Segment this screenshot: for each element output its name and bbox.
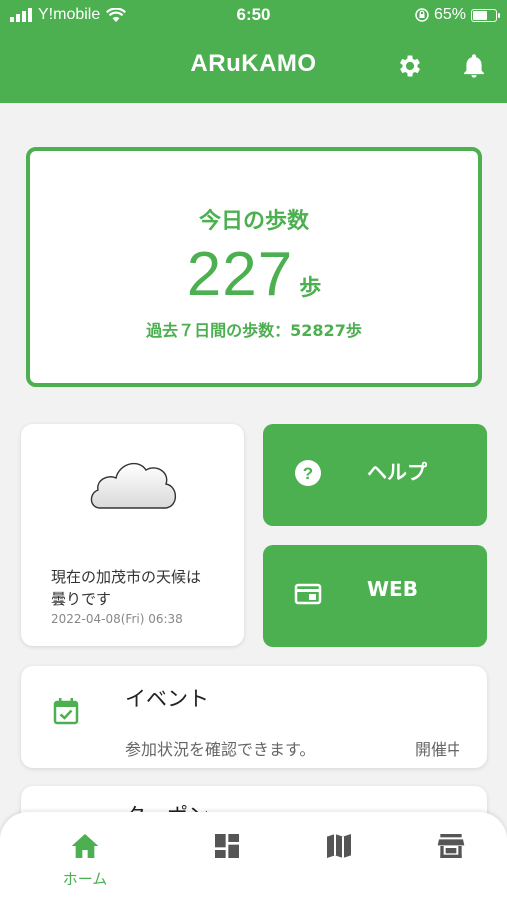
web-label: WEB [367, 577, 418, 601]
weather-card[interactable]: 現在の加茂市の天候は 曇りです 2022-04-08(Fri) 06:38 [21, 424, 244, 646]
tab-dashboard[interactable] [182, 830, 272, 862]
tab-map[interactable] [294, 830, 384, 862]
dashboard-icon [215, 834, 239, 858]
web-icon [294, 583, 322, 605]
app-title: ARuKAMO [190, 50, 317, 77]
calendar-check-icon [53, 698, 79, 725]
steps-card: 今日の歩数 227 歩 過去７日間の歩数：52827歩 [26, 147, 482, 387]
home-icon [71, 834, 99, 858]
weather-line-2: 曇りです [51, 590, 112, 608]
battery-percent: 65% [433, 6, 466, 23]
steps-title: 今日の歩数 [198, 209, 309, 234]
app-header: Y!mobile 6:50 65% ARuKAMO [0, 0, 507, 103]
bottom-tab-bar: ホーム [0, 812, 507, 900]
help-label: ヘルプ [367, 460, 427, 484]
battery-icon [471, 8, 500, 22]
tab-home[interactable]: ホーム [40, 830, 130, 889]
help-button[interactable]: ? ヘルプ [263, 424, 487, 526]
event-title: イベント [125, 687, 209, 711]
tab-home-label: ホーム [62, 870, 108, 888]
store-icon [437, 834, 465, 858]
weather-description: 現在の加茂市の天候は 曇りです [51, 566, 201, 610]
steps-count-row: 227 歩 [30, 239, 478, 310]
weather-timestamp: 2022-04-08(Fri) 06:38 [51, 612, 183, 626]
status-bar: Y!mobile 6:50 65% [0, 0, 507, 30]
orientation-lock-icon [415, 8, 429, 22]
weekly-steps: 過去７日間の歩数：52827歩 [146, 321, 362, 340]
gear-icon[interactable] [396, 52, 424, 80]
bell-icon[interactable] [460, 52, 488, 80]
cloud-icon [90, 462, 177, 509]
weather-line-1: 現在の加茂市の天候は [51, 568, 202, 586]
event-description: 参加状況を確認できます。 [125, 740, 316, 759]
help-icon: ? [295, 460, 321, 486]
tab-store[interactable] [406, 830, 496, 862]
steps-unit: 歩 [299, 276, 322, 301]
event-card[interactable]: イベント 参加状況を確認できます。 開催中 [21, 666, 487, 768]
status-right: 65% [415, 6, 500, 24]
svg-text:?: ? [303, 464, 313, 483]
steps-count: 227 [186, 240, 294, 309]
map-icon [327, 834, 351, 858]
event-status-tag: 開催中 [415, 740, 459, 759]
web-button[interactable]: WEB [263, 545, 487, 647]
